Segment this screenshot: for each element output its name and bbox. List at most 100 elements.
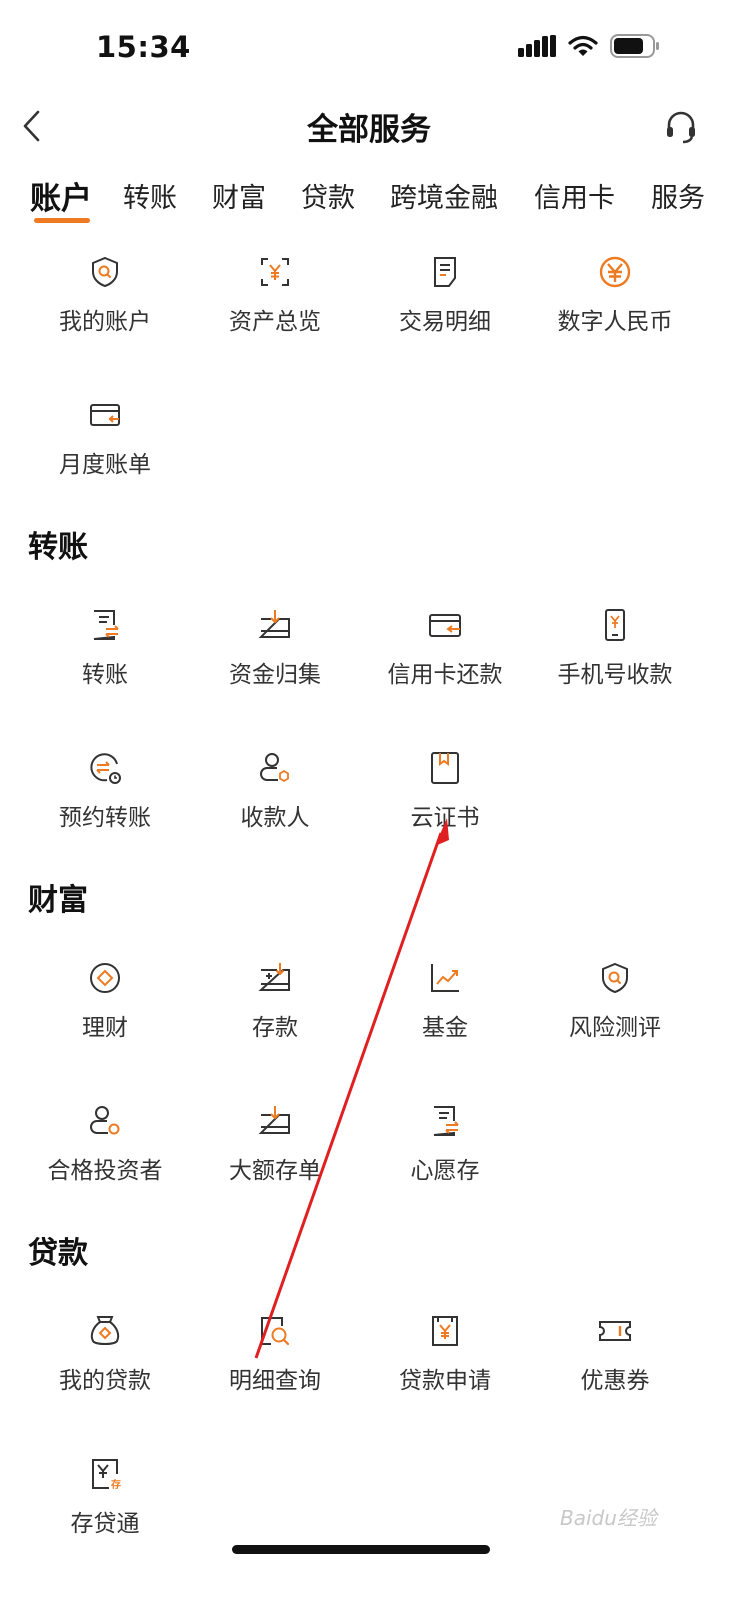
detail-search-icon: [261, 1317, 290, 1346]
watermark: Baidu经验: [560, 1506, 657, 1530]
service-cloud-certificate[interactable]: 云证书: [360, 750, 530, 832]
digital-rmb-icon: [599, 256, 631, 288]
tab-transfer[interactable]: 转账: [123, 176, 177, 215]
service-label: 合格投资者: [47, 1158, 163, 1184]
service-label: 收款人: [240, 805, 310, 831]
payee-icon: [260, 753, 289, 783]
wealth-grid: 理财 存款 基金 风险测评 合格投资者 大额存单 心愿存: [20, 960, 700, 1246]
service-fund[interactable]: 基金: [360, 960, 530, 1042]
service-loan-application[interactable]: 贷款申请: [360, 1313, 530, 1395]
section-title-loan: 贷款: [28, 1236, 88, 1271]
service-fund-collection[interactable]: 资金归集: [190, 607, 360, 689]
service-wish-deposit[interactable]: 心愿存: [360, 1103, 530, 1185]
service-label: 心愿存: [410, 1158, 480, 1184]
service-label: 交易明细: [399, 309, 491, 335]
service-label: 资产总览: [229, 309, 321, 335]
service-asset-overview[interactable]: 资产总览: [190, 254, 360, 336]
tab-wealth[interactable]: 财富: [212, 176, 266, 215]
customer-service-icon[interactable]: [664, 110, 698, 144]
large-deposit-icon: [258, 1106, 290, 1134]
tab-credit-card[interactable]: 信用卡: [534, 176, 615, 215]
account-grid: 我的账户 资产总览 交易明细 数字人民币 月度账单: [20, 254, 700, 540]
service-scheduled-transfer[interactable]: 预约转账: [20, 750, 190, 832]
service-wealth-management[interactable]: 理财: [20, 960, 190, 1042]
service-label: 信用卡还款: [387, 662, 503, 688]
service-deposit-loan[interactable]: 存 存贷通: [20, 1456, 190, 1538]
service-label: 风险测评: [569, 1015, 661, 1041]
service-transfer[interactable]: 转账: [20, 607, 190, 689]
page-title: 全部服务: [307, 112, 431, 148]
service-transaction-details[interactable]: 交易明细: [360, 254, 530, 336]
service-label: 我的贷款: [59, 1368, 151, 1394]
cloud-certificate-icon: [431, 752, 459, 784]
service-label: 基金: [422, 1015, 468, 1041]
loan-grid: 我的贷款 明细查询 贷款申请 优惠券 存 存贷通: [20, 1313, 700, 1599]
deposit-icon: [258, 963, 290, 991]
battery-icon: [610, 34, 659, 58]
status-time: 15:34: [96, 30, 191, 64]
service-label: 理财: [82, 1015, 128, 1041]
service-label: 存贷通: [70, 1511, 140, 1537]
home-indicator[interactable]: [232, 1545, 490, 1554]
service-label: 月度账单: [59, 452, 151, 478]
service-label: 转账: [82, 662, 128, 688]
tab-loan[interactable]: 贷款: [301, 176, 355, 215]
service-phone-receive[interactable]: 手机号收款: [530, 607, 700, 689]
card-bill-icon: [90, 404, 120, 426]
service-my-loan[interactable]: 我的贷款: [20, 1313, 190, 1395]
service-digital-rmb[interactable]: 数字人民币: [530, 254, 700, 336]
scheduled-transfer-icon: [90, 753, 121, 784]
service-label: 资金归集: [229, 662, 321, 688]
service-label: 云证书: [410, 805, 480, 831]
section-title-wealth: 财富: [28, 883, 88, 918]
yuan-scan-icon: [261, 258, 289, 286]
wish-deposit-icon: [433, 1106, 459, 1136]
tab-cross-border[interactable]: 跨境金融: [390, 176, 498, 215]
service-label: 优惠券: [580, 1368, 650, 1394]
service-label: 我的账户: [59, 309, 151, 335]
service-my-account[interactable]: 我的账户: [20, 254, 190, 336]
service-qualified-investor[interactable]: 合格投资者: [20, 1103, 190, 1185]
wealth-icon: [90, 963, 120, 993]
coupon-icon: [599, 1321, 631, 1341]
wifi-icon: [568, 35, 598, 56]
status-bar: 15:34: [0, 0, 738, 90]
service-label: 存款: [252, 1015, 298, 1041]
service-label: 大额存单: [229, 1158, 321, 1184]
tab-account[interactable]: 账户: [30, 176, 92, 218]
service-credit-card-repayment[interactable]: 信用卡还款: [360, 607, 530, 689]
service-label: 明细查询: [229, 1368, 321, 1394]
service-monthly-bill[interactable]: 月度账单: [20, 397, 190, 479]
service-payee[interactable]: 收款人: [190, 750, 360, 832]
transfer-grid: 转账 资金归集 信用卡还款 手机号收款 预约转账 收款人 云证书: [20, 607, 700, 893]
service-label: 贷款申请: [399, 1368, 491, 1394]
service-label: 预约转账: [59, 805, 151, 831]
section-title-transfer: 转账: [28, 530, 88, 565]
phone-receive-icon: [605, 609, 625, 641]
service-label: 数字人民币: [557, 309, 673, 335]
status-icons: [518, 34, 660, 58]
signal-icon: [518, 35, 556, 57]
fund-chart-icon: [431, 964, 459, 992]
navigation-bar: 全部服务: [0, 92, 738, 164]
transfer-doc-icon: [93, 610, 119, 640]
card-repay-icon: [429, 614, 461, 637]
risk-assessment-icon: [602, 962, 628, 994]
service-large-deposit[interactable]: 大额存单: [190, 1103, 360, 1185]
shield-search-icon: [92, 256, 118, 288]
tab-services[interactable]: 服务: [651, 176, 705, 215]
active-tab-indicator: [34, 218, 90, 223]
document-icon: [434, 257, 456, 287]
service-risk-assessment[interactable]: 风险测评: [530, 960, 700, 1042]
deposit-loan-icon: 存: [92, 1459, 121, 1491]
service-label: 手机号收款: [557, 662, 673, 688]
svg-text:存: 存: [111, 1478, 121, 1491]
service-deposit[interactable]: 存款: [190, 960, 360, 1042]
service-detail-query[interactable]: 明细查询: [190, 1313, 360, 1395]
loan-apply-icon: [432, 1316, 458, 1346]
fund-collect-icon: [258, 610, 290, 638]
service-coupon[interactable]: 优惠券: [530, 1313, 700, 1395]
money-bag-icon: [90, 1316, 120, 1345]
qualified-investor-icon: [90, 1106, 120, 1135]
category-tabs: 账户 转账 财富 贷款 跨境金融 信用卡 服务: [0, 176, 738, 228]
